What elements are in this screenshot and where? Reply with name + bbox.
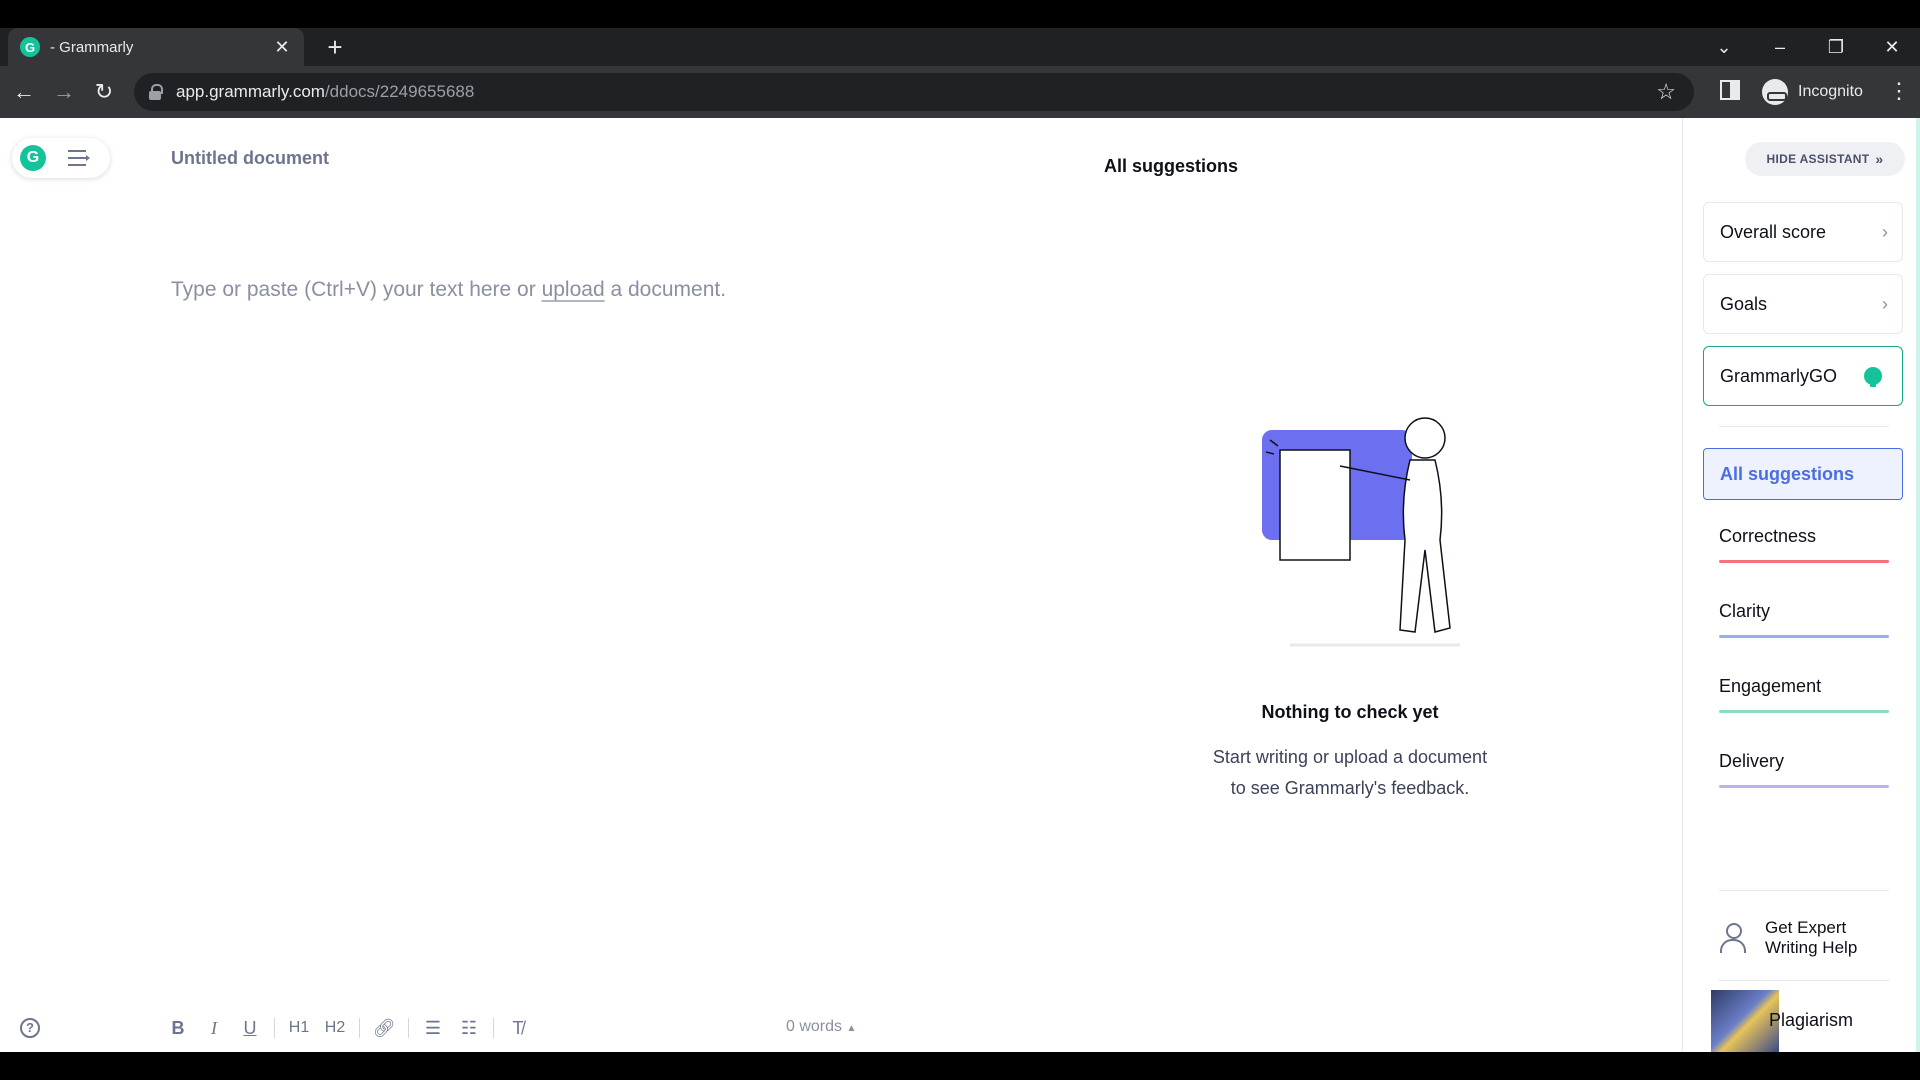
toolbar-divider	[359, 1018, 360, 1038]
empty-state-title: Nothing to check yet	[1261, 702, 1439, 722]
logo-menu-pill[interactable]: G	[12, 138, 110, 178]
underline-button[interactable]: U	[232, 1018, 268, 1039]
placeholder-text: Type or paste (Ctrl+V) your text here or	[171, 278, 542, 301]
category-label: Clarity	[1719, 601, 1771, 621]
minimize-icon[interactable]: –	[1752, 37, 1808, 58]
bookmark-star-icon[interactable]: ☆	[1656, 79, 1676, 105]
italic-button[interactable]: I	[196, 1018, 232, 1039]
chevron-up-icon: ▲	[846, 1023, 857, 1034]
lightbulb-icon	[1864, 367, 1882, 387]
suggestions-heading: All suggestions	[1104, 156, 1239, 176]
browser-toolbar: ← → ↻ app.grammarly.com/ddocs/2249655688…	[0, 66, 1920, 118]
overall-score-card[interactable]: Overall score ›	[1703, 202, 1903, 262]
browser-menu-icon[interactable]: ⋮	[1888, 78, 1910, 104]
browser-tab[interactable]: G - Grammarly ✕	[8, 28, 304, 66]
hide-assistant-button[interactable]: HIDE ASSISTANT »	[1745, 142, 1905, 176]
double-chevron-right-icon: »	[1875, 151, 1884, 167]
plagiarism-label: Plagiarism	[1769, 1010, 1854, 1030]
heading1-button[interactable]: H1	[281, 1019, 317, 1037]
window-controls: ⌄ – ❐ ✕	[1696, 28, 1920, 66]
incognito-label: Incognito	[1798, 83, 1863, 100]
tab-delivery[interactable]: Delivery	[1719, 751, 1889, 788]
tab-clarity[interactable]: Clarity	[1719, 601, 1889, 638]
formatting-toolbar: B I U H1 H2 🔗︎ ☰ ☷ T̸	[160, 1014, 536, 1042]
new-tab-icon[interactable]: +	[322, 32, 348, 62]
category-label: Delivery	[1719, 751, 1785, 771]
tab-correctness[interactable]: Correctness	[1719, 526, 1889, 563]
bottom-bar	[0, 1052, 1920, 1080]
divider	[1719, 890, 1889, 891]
clear-formatting-icon[interactable]: T̸	[500, 1018, 536, 1039]
document-title[interactable]: Untitled document	[171, 148, 329, 169]
plagiarism-button[interactable]: Plagiarism	[1711, 990, 1901, 1052]
expert-line2: Writing Help	[1765, 938, 1858, 957]
url-host: app.grammarly.com	[176, 82, 325, 101]
back-icon[interactable]: ←	[10, 78, 38, 106]
restore-icon[interactable]: ❐	[1808, 37, 1864, 58]
expert-line1: Get Expert	[1765, 918, 1847, 937]
empty-state-illustration	[1262, 417, 1460, 647]
forward-icon[interactable]: →	[50, 78, 78, 106]
upload-link[interactable]: upload	[542, 278, 605, 301]
expert-writing-help-button[interactable]: Get Expert Writing Help	[1719, 918, 1889, 958]
placeholder-text-end: a document.	[604, 278, 727, 301]
empty-state-description: Start writing or upload a document to se…	[1150, 742, 1550, 804]
browser-tab-strip: G - Grammarly ✕ + ⌄ – ❐ ✕	[0, 28, 1920, 66]
chevron-right-icon: ›	[1882, 221, 1888, 242]
empty-desc-line2: to see Grammarly's feedback.	[1230, 778, 1470, 798]
empty-desc-line1: Start writing or upload a document	[1212, 747, 1488, 767]
overall-score-label: Overall score	[1720, 221, 1827, 242]
reload-icon[interactable]: ↻	[90, 78, 118, 106]
goals-card[interactable]: Goals ›	[1703, 274, 1903, 334]
category-bar	[1719, 560, 1889, 563]
link-icon[interactable]: 🔗︎	[366, 1018, 402, 1039]
close-tab-icon[interactable]: ✕	[272, 37, 292, 58]
toolbar-divider	[274, 1018, 275, 1038]
bold-button[interactable]: B	[160, 1018, 196, 1039]
goals-label: Goals	[1720, 293, 1768, 314]
grammarlygo-label: GrammarlyGO	[1720, 365, 1837, 386]
category-bar	[1719, 710, 1889, 713]
close-window-icon[interactable]: ✕	[1864, 37, 1920, 58]
toolbar-divider	[408, 1018, 409, 1038]
grammarly-logo-icon[interactable]: G	[20, 145, 46, 171]
word-count[interactable]: 0 words ▲	[786, 1018, 856, 1036]
help-icon[interactable]: ?	[20, 1018, 40, 1038]
grammarlygo-card[interactable]: GrammarlyGO	[1703, 346, 1903, 406]
tab-title: - Grammarly	[50, 38, 134, 56]
screen: G - Grammarly ✕ + ⌄ – ❐ ✕ ← → ↻ app.gram…	[0, 0, 1920, 1080]
category-label: Correctness	[1719, 526, 1817, 546]
divider	[1719, 980, 1889, 981]
heading2-button[interactable]: H2	[317, 1019, 353, 1037]
tab-all-suggestions[interactable]: All suggestions	[1703, 448, 1903, 500]
bulleted-list-icon[interactable]: ☷	[451, 1018, 487, 1039]
chevron-right-icon: ›	[1882, 293, 1888, 314]
assistant-panel: HIDE ASSISTANT » Overall score › Goals ›…	[1682, 118, 1920, 1052]
incognito-badge[interactable]: Incognito	[1758, 75, 1875, 109]
incognito-icon	[1762, 79, 1788, 105]
url-path: /ddocs/2249655688	[324, 82, 475, 101]
expert-text: Get Expert Writing Help	[1765, 918, 1857, 958]
tab-engagement[interactable]: Engagement	[1719, 676, 1889, 713]
category-label: Engagement	[1719, 676, 1822, 696]
person-icon	[1719, 923, 1747, 953]
word-count-label: 0 words	[786, 1018, 843, 1035]
grammarly-page: G Untitled document Type or paste (Ctrl+…	[0, 118, 1920, 1052]
lock-icon[interactable]	[148, 84, 163, 100]
tab-search-icon[interactable]: ⌄	[1696, 37, 1752, 58]
hamburger-menu-icon[interactable]	[68, 150, 90, 166]
editor-placeholder[interactable]: Type or paste (Ctrl+V) your text here or…	[171, 278, 726, 302]
category-bar	[1719, 635, 1889, 638]
address-bar[interactable]: app.grammarly.com/ddocs/2249655688 ☆	[134, 73, 1694, 111]
toolbar-divider	[493, 1018, 494, 1038]
divider	[1719, 426, 1889, 427]
hide-assistant-label: HIDE ASSISTANT	[1766, 152, 1870, 166]
grammarly-favicon-icon: G	[20, 37, 40, 57]
numbered-list-icon[interactable]: ☰	[415, 1018, 451, 1039]
category-bar	[1719, 785, 1889, 788]
side-panel-icon[interactable]	[1720, 80, 1740, 100]
